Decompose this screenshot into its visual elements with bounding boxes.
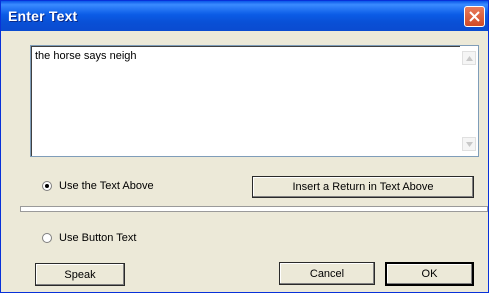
text-value[interactable]: the horse says neigh (35, 50, 137, 62)
use-text-above-label[interactable]: Use the Text Above (59, 180, 154, 192)
use-button-text-radio[interactable] (42, 233, 52, 243)
separator (20, 206, 488, 212)
close-button[interactable] (464, 6, 485, 27)
vertical-scrollbar[interactable] (460, 46, 478, 156)
speak-button[interactable]: Speak (35, 263, 125, 286)
close-icon (469, 11, 480, 22)
window-title: Enter Text (8, 8, 78, 24)
insert-return-button[interactable]: Insert a Return in Text Above (252, 176, 474, 198)
cancel-button[interactable]: Cancel (279, 262, 375, 285)
enter-text-dialog: Enter Text the horse says neigh Use the … (0, 0, 489, 293)
ok-button[interactable]: OK (385, 262, 474, 286)
scroll-up-button[interactable] (462, 51, 476, 65)
scroll-down-button[interactable] (462, 137, 476, 151)
chevron-down-icon (466, 142, 473, 147)
use-button-text-label[interactable]: Use Button Text (59, 232, 136, 244)
chevron-up-icon (466, 56, 473, 61)
radio-selected-dot (45, 184, 49, 188)
text-input-area[interactable]: the horse says neigh (30, 45, 479, 157)
title-bar: Enter Text (1, 1, 488, 31)
use-text-above-radio[interactable] (42, 181, 52, 191)
